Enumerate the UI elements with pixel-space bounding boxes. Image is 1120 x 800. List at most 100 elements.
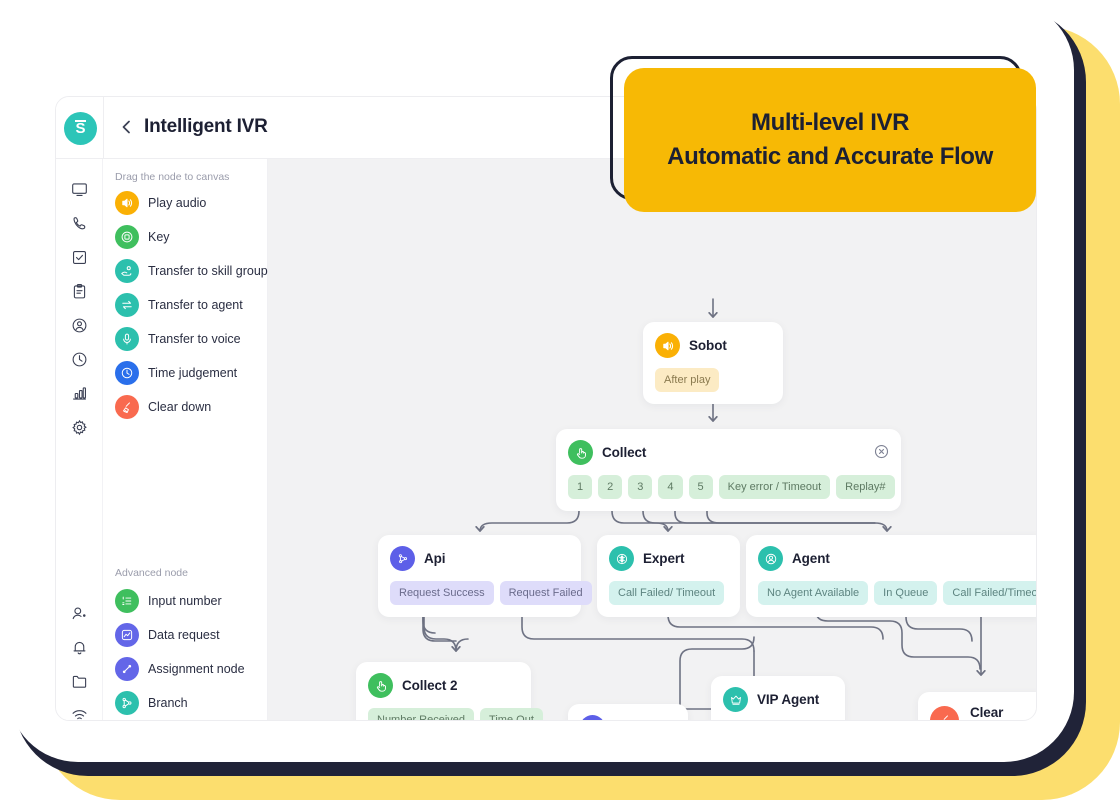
monitor-icon[interactable]: [71, 181, 88, 198]
broom-icon: [115, 395, 139, 419]
expert-icon: [609, 546, 634, 571]
node-header: Agent: [758, 546, 1033, 571]
node-title: Api: [424, 551, 446, 566]
checkbox-icon[interactable]: [71, 249, 88, 266]
palette-item-label: Transfer to voice: [148, 332, 241, 346]
node-port[interactable]: Time Out: [480, 708, 543, 720]
line-chart-icon: [115, 623, 139, 647]
node-port[interactable]: Replay#: [836, 475, 895, 499]
user-circle-icon[interactable]: [71, 317, 88, 334]
palette-item-label: Transfer to agent: [148, 298, 243, 312]
brand-logo: S: [64, 112, 97, 145]
node-title: Expert: [643, 551, 685, 566]
bell-icon[interactable]: [71, 639, 88, 656]
node-ports: Request Success Request Failed: [390, 581, 592, 605]
speaker-icon: [115, 191, 139, 215]
callout-line-2: Automatic and Accurate Flow: [667, 143, 993, 170]
callout-banner: Multi-level IVR Automatic and Accurate F…: [624, 68, 1036, 212]
folder-icon[interactable]: [71, 673, 88, 690]
verified-icon: [580, 715, 605, 720]
palette-item-label: Data request: [148, 628, 220, 642]
palette-item-label: Branch: [148, 696, 188, 710]
phone-icon[interactable]: [71, 215, 88, 232]
user-add-icon[interactable]: [71, 605, 88, 622]
user-circle-icon: [758, 546, 783, 571]
palette-item-transfer-to-voice[interactable]: Transfer to voice: [115, 327, 241, 351]
flow-node-collect[interactable]: Collect 1 2 3 4 5 Key error / Timeout Re…: [556, 429, 901, 511]
node-header: Collect: [568, 440, 889, 465]
node-port[interactable]: 5: [688, 475, 713, 499]
palette-item-key[interactable]: Key: [115, 225, 170, 249]
flow-node-sobot[interactable]: Sobot After play: [643, 322, 783, 404]
node-port[interactable]: 3: [628, 475, 653, 499]
wifi-icon[interactable]: [71, 707, 88, 720]
node-title: VIP Agent: [757, 692, 820, 707]
flow-node-vip-agent[interactable]: VIP Agent Call Failed/ Timeout: [711, 676, 845, 720]
flow-node-expert[interactable]: Expert Call Failed/ Timeout: [597, 535, 740, 617]
palette-item-play-audio[interactable]: Play audio: [115, 191, 206, 215]
palette-item-assignment-node[interactable]: Assignment node: [115, 657, 245, 681]
branch-icon: [115, 691, 139, 715]
node-port[interactable]: 1: [568, 475, 593, 499]
palette-item-time-judgement[interactable]: Time judgement: [115, 361, 237, 385]
brand-logo-bar: [75, 120, 86, 122]
node-port[interactable]: 4: [658, 475, 683, 499]
palette-item-transfer-to-agent[interactable]: Transfer to agent: [115, 293, 243, 317]
node-port[interactable]: In Queue: [874, 581, 938, 605]
bar-chart-icon[interactable]: [71, 385, 88, 402]
node-port[interactable]: Request Failed: [499, 581, 592, 605]
node-header: Expert: [609, 546, 728, 571]
node-port[interactable]: Key error / Timeout: [718, 475, 831, 499]
slider-icon: [115, 657, 139, 681]
flow-node-verify[interactable]: Verify After Assignment: [568, 704, 688, 721]
close-icon[interactable]: [874, 444, 889, 459]
node-title: Collect: [602, 445, 647, 460]
palette-item-label: Input number: [148, 594, 222, 608]
node-port[interactable]: 2: [598, 475, 623, 499]
palette-item-branch[interactable]: Branch: [115, 691, 188, 715]
flow-node-api[interactable]: Api Request Success Request Failed: [378, 535, 592, 617]
node-title: Verify: [614, 720, 650, 721]
palette-item-transfer-to-skill-group[interactable]: Transfer to skill group: [115, 259, 268, 283]
page-title: Intelligent IVR: [144, 116, 268, 137]
flow-node-clear-down[interactable]: Clear Down: [918, 692, 1036, 720]
node-port[interactable]: No Agent Available: [758, 581, 869, 605]
chevron-left-icon[interactable]: [119, 119, 135, 135]
node-port[interactable]: Request Success: [390, 581, 494, 605]
node-port[interactable]: Number Received: [368, 708, 475, 720]
node-title: Collect 2: [402, 678, 458, 693]
palette-hint: Drag the node to canvas: [115, 171, 230, 183]
node-header: Collect 2: [368, 673, 519, 698]
palette-item-label: Play audio: [148, 196, 207, 210]
node-port[interactable]: After play: [655, 368, 720, 392]
broom-icon: [930, 705, 959, 720]
palette-item-data-request[interactable]: Data request: [115, 623, 220, 647]
clipboard-icon[interactable]: [71, 283, 88, 300]
node-port[interactable]: Call Failed/ Timeout: [609, 581, 725, 605]
node-title: Clear Down: [970, 705, 1004, 720]
flow-node-agent[interactable]: Agent No Agent Available In Queue Call F…: [746, 535, 1036, 617]
icon-rail: [56, 159, 103, 720]
flow-node-collect-2[interactable]: Collect 2 Number Received Time Out: [356, 662, 543, 720]
tap-hand-icon: [368, 673, 393, 698]
palette-item-input-number[interactable]: Input number: [115, 589, 222, 613]
node-ports: After play: [655, 368, 771, 392]
palette-item-label: Assignment node: [148, 662, 245, 676]
speaker-icon: [655, 333, 680, 358]
node-port[interactable]: Call Failed/Timeout: [943, 581, 1036, 605]
node-ports: No Agent Available In Queue Call Failed/…: [758, 581, 1036, 605]
advanced-node-caption: Advanced node: [115, 567, 188, 579]
palette-item-label: Clear down: [148, 400, 212, 414]
node-ports: 1 2 3 4 5 Key error / Timeout Replay#: [568, 475, 895, 499]
palette-item-clear-down[interactable]: Clear down: [115, 395, 211, 419]
gear-icon[interactable]: [71, 419, 88, 436]
clock-icon[interactable]: [71, 351, 88, 368]
palette-item-label: Transfer to skill group: [148, 264, 268, 278]
palette-item-label: Time judgement: [148, 366, 238, 380]
node-header: VIP Agent: [723, 687, 833, 712]
keypad-icon: [115, 225, 139, 249]
api-icon: [390, 546, 415, 571]
flow-canvas[interactable]: Sobot After play Collect 1 2 3 4 5 Key e…: [268, 159, 1036, 721]
node-title: Agent: [792, 551, 830, 566]
header-divider: [103, 97, 104, 159]
